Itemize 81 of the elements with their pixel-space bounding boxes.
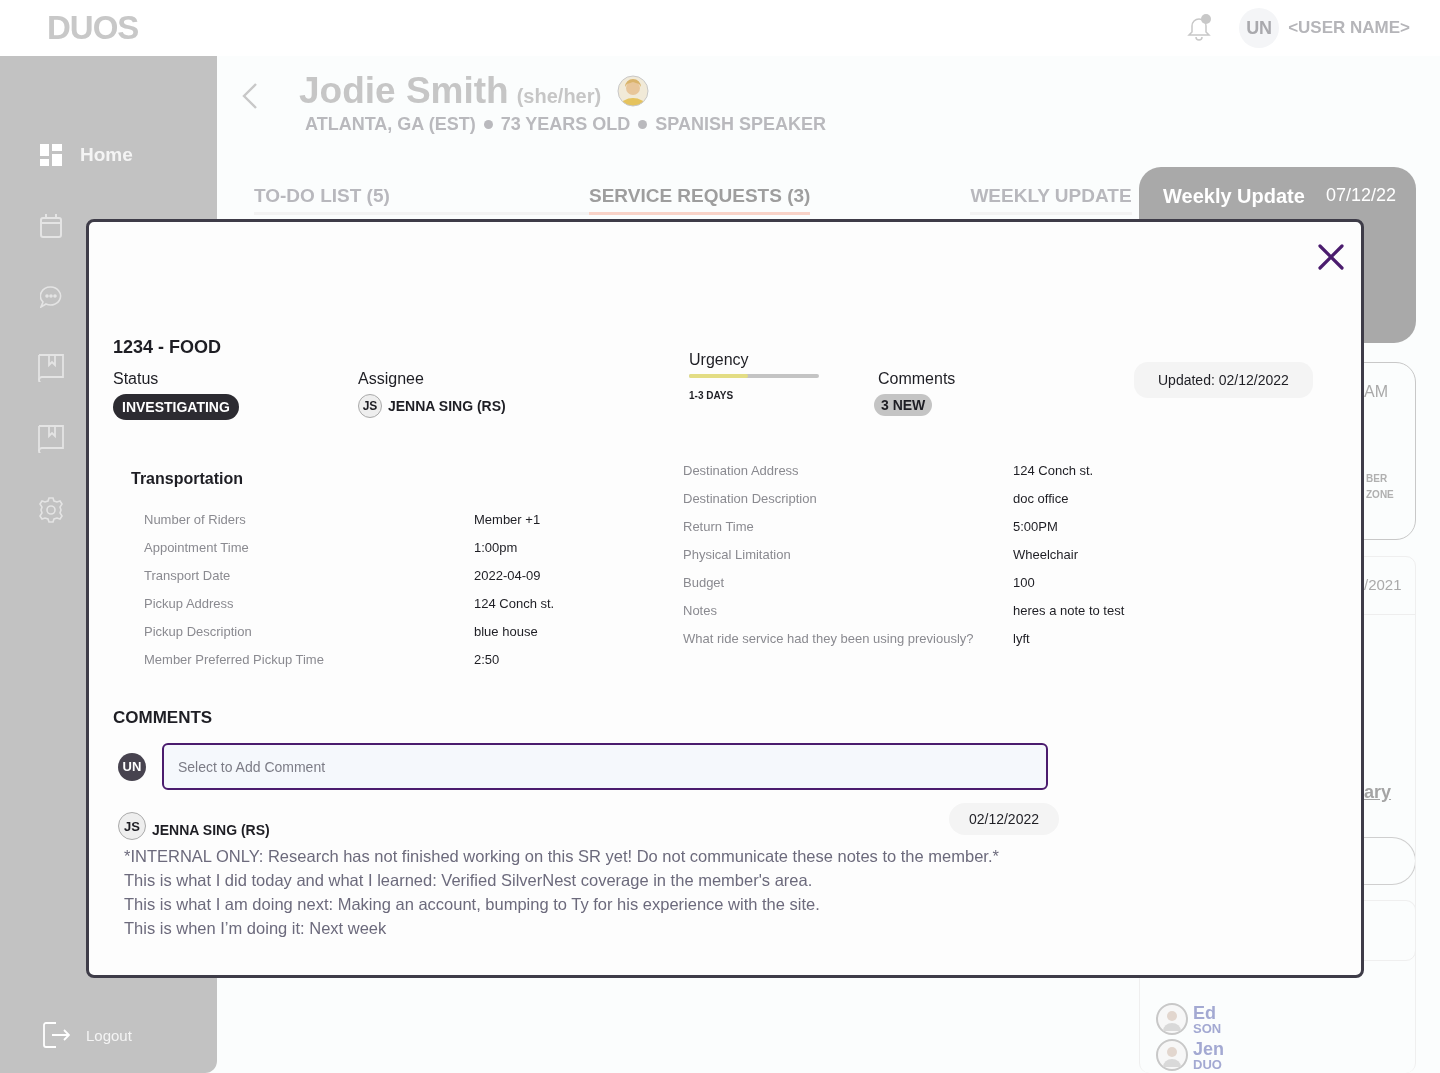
- detail-label: Number of Riders: [144, 512, 247, 527]
- card-text: ZONE: [1366, 489, 1394, 500]
- detail-value: 2:50: [474, 652, 500, 667]
- user-avatar[interactable]: UN: [1239, 8, 1280, 48]
- book-icon[interactable]: [38, 353, 64, 382]
- assignee-avatar: JS: [358, 394, 382, 418]
- user-name[interactable]: <USER NAME>: [1288, 18, 1410, 38]
- field-label: Assignee: [358, 370, 425, 388]
- comment-field[interactable]: Select to Add Comment: [162, 743, 1048, 790]
- card-title: Weekly Update: [1163, 185, 1305, 208]
- back-icon[interactable]: [241, 82, 259, 110]
- author-avatar: JS: [118, 812, 146, 840]
- book-icon[interactable]: [38, 424, 64, 453]
- dashboard-icon: [40, 143, 62, 166]
- separator-dot: [483, 120, 493, 129]
- card-text: AM: [1364, 383, 1388, 401]
- detail-label: Pickup Address: [144, 596, 235, 611]
- detail-value: 1:00pm: [474, 540, 518, 555]
- separator-dot: [638, 120, 648, 129]
- detail-label: Notes: [683, 603, 718, 618]
- logout-icon: [42, 1021, 70, 1049]
- card-link[interactable]: ary: [1364, 782, 1392, 803]
- updated-date: Updated: 02/12/2022: [1134, 362, 1313, 398]
- detail-label: Budget: [683, 575, 726, 590]
- tab[interactable]: SERVICE REQUESTS (3): [589, 185, 811, 215]
- detail-value: 100: [1013, 575, 1035, 590]
- card-date: /2021: [1364, 576, 1402, 593]
- bell-icon[interactable]: [1187, 14, 1214, 42]
- member-location: ATLANTA, GA (EST): [305, 114, 476, 135]
- detail-value: Wheelchair: [1013, 547, 1079, 562]
- card-text: BER: [1366, 473, 1388, 484]
- comment-text: *INTERNAL ONLY: Research has not finished working on this SR yet! Do not communicate these notes to the member.*: [124, 846, 1000, 867]
- comment-text: This is what I am doing next: Making an account, bumping to Ty for his experience with the site.: [124, 894, 821, 915]
- comment-date: 02/12/2022: [948, 803, 1059, 835]
- comment-author: JENNA SING (RS): [152, 822, 270, 838]
- chat-icon[interactable]: [40, 285, 62, 308]
- avatar-icon: [1156, 1003, 1188, 1035]
- avatar-icon: [1156, 1039, 1188, 1071]
- detail-label: Physical Limitation: [683, 547, 792, 562]
- close-icon[interactable]: [1317, 243, 1345, 271]
- calendar-icon[interactable]: [40, 213, 62, 238]
- detail-label: Destination Address: [683, 463, 800, 478]
- detail-value: lyft: [1013, 631, 1030, 646]
- request-title: 1234 - FOOD: [113, 337, 222, 358]
- field-label: Urgency: [689, 351, 750, 369]
- tab[interactable]: TO-DO LIST (5): [254, 185, 589, 215]
- status-badge: INVESTIGATING: [113, 394, 239, 420]
- detail-label: What ride service had they been using previously?: [683, 631, 975, 646]
- field-label: Status: [113, 370, 160, 388]
- member-age: 73 YEARS OLD: [500, 114, 631, 135]
- tab[interactable]: WEEKLY UPDATE: [970, 185, 1132, 215]
- urgency-text: 1-3 DAYS: [689, 390, 734, 401]
- detail-value: doc office: [1013, 491, 1069, 506]
- detail-value: Member +1: [474, 512, 541, 527]
- detail-label: Destination Description: [683, 491, 818, 506]
- detail-label: Transport Date: [144, 568, 232, 583]
- comments-heading: COMMENTS: [113, 708, 214, 728]
- section-heading: Transportation: [131, 470, 244, 488]
- new-comments-badge: 3 NEW: [874, 394, 933, 416]
- detail-value: 5:00PM: [1013, 519, 1058, 534]
- detail-label: Member Preferred Pickup Time: [144, 652, 325, 667]
- assignee-name: JENNA SING (RS): [388, 398, 506, 414]
- comment-text: This is what I did today and what I learned: Verified SilverNest coverage in the member's area.: [124, 870, 814, 891]
- user-avatar: UN: [118, 752, 146, 781]
- member-language: SPANISH SPEAKER: [655, 114, 827, 135]
- family-relation: SON: [1193, 1021, 1222, 1035]
- family-relation: DUO: [1193, 1057, 1223, 1071]
- detail-value: 124 Conch st.: [474, 596, 555, 611]
- comment-text: This is when I’m doing it: Next week: [124, 918, 388, 939]
- detail-value: 124 Conch st.: [1013, 463, 1094, 478]
- detail-label: Pickup Description: [144, 624, 253, 639]
- family-name: Ed: [1193, 1003, 1217, 1022]
- detail-label: Appointment Time: [144, 540, 250, 555]
- settings-icon[interactable]: [38, 496, 64, 523]
- field-label: Comments: [878, 370, 957, 388]
- detail-value: 2022-04-09: [474, 568, 541, 583]
- family-name: Jen: [1193, 1039, 1225, 1058]
- detail-value: heres a note to test: [1013, 603, 1125, 618]
- card-date: 07/12/22: [1325, 185, 1396, 206]
- detail-value: blue house: [474, 624, 538, 639]
- detail-label: Return Time: [683, 519, 755, 534]
